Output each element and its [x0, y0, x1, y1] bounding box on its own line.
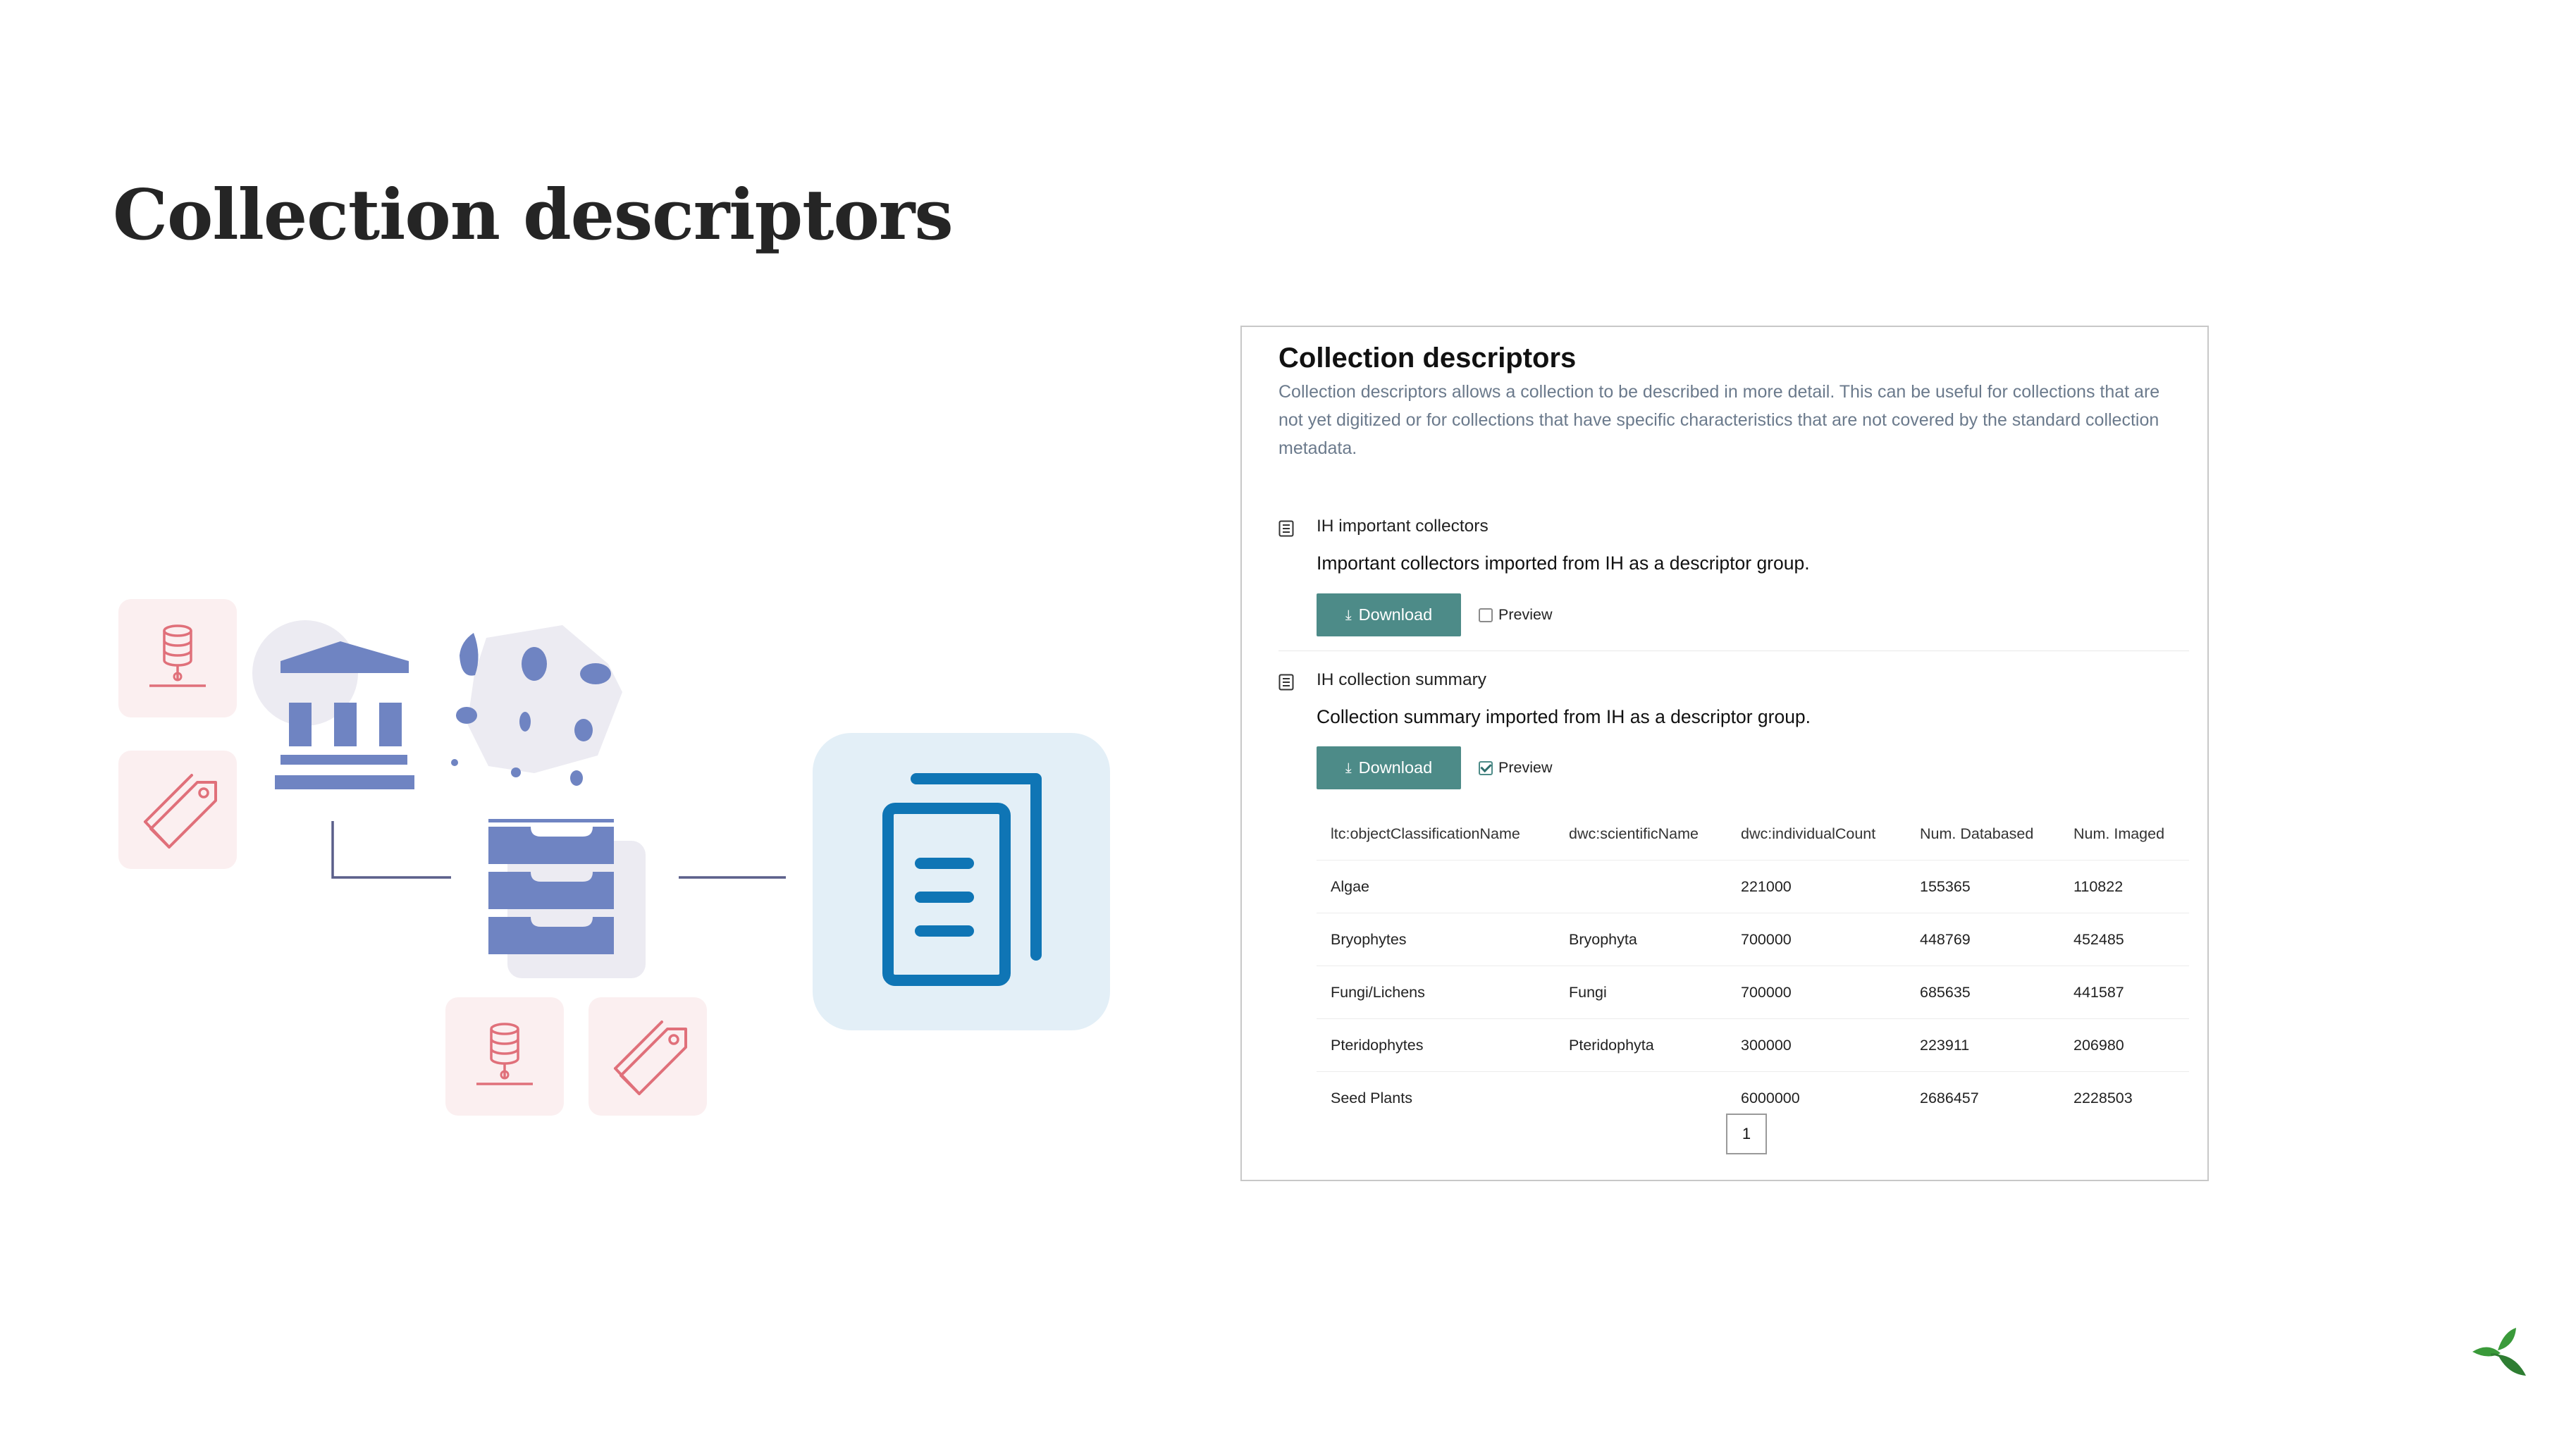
preview-checkbox[interactable]: Preview	[1479, 606, 1552, 624]
table-cell: 206980	[2073, 1036, 2124, 1054]
museum-building-icon	[252, 620, 414, 789]
table-cell: Pteridophyta	[1569, 1036, 1654, 1054]
collection-summary-table: ltc:objectClassificationName dwc:scienti…	[1317, 808, 2189, 1124]
column-header[interactable]: dwc:individualCount	[1741, 808, 1875, 860]
preview-checkbox[interactable]: Preview	[1479, 759, 1552, 777]
table-list-icon	[1278, 520, 1294, 537]
table-row: Fungi/Lichens Fungi 700000 685635 441587	[1317, 966, 2189, 1019]
table-cell: 448769	[1920, 930, 1971, 948]
table-cell: Fungi	[1569, 983, 1607, 1001]
panel-description: Collection descriptors allows a collecti…	[1278, 382, 2160, 458]
table-header-row: ltc:objectClassificationName dwc:scienti…	[1317, 808, 2189, 861]
preview-checkbox-label: Preview	[1498, 606, 1553, 623]
collection-descriptors-panel: Collection descriptors Collection descri…	[1240, 326, 2209, 1181]
table-row: Bryophytes Bryophyta 700000 448769 45248…	[1317, 913, 2189, 966]
column-header[interactable]: Num. Databased	[1920, 808, 2033, 860]
drawer-cabinet-icon	[488, 819, 646, 978]
table-cell: Seed Plants	[1331, 1089, 1412, 1106]
tag-icon	[118, 751, 237, 869]
table-cell: 452485	[2073, 930, 2124, 948]
table-cell: Bryophyta	[1569, 930, 1637, 948]
column-header[interactable]: ltc:objectClassificationName	[1331, 808, 1520, 860]
specimen-blob-icon	[451, 625, 622, 786]
column-header[interactable]: dwc:scientificName	[1569, 808, 1699, 860]
panel-title: Collection descriptors	[1278, 343, 1577, 374]
group-divider	[1278, 650, 2189, 651]
database-icon	[445, 997, 564, 1116]
column-header[interactable]: Num. Imaged	[2073, 808, 2164, 860]
descriptor-group-title: IH collection summary	[1317, 670, 1486, 689]
download-button-label: Download	[1358, 605, 1433, 624]
table-cell: Algae	[1331, 877, 1369, 895]
descriptor-group-description: Important collectors imported from IH as…	[1317, 553, 1810, 574]
download-button[interactable]: ⤓ Download	[1317, 593, 1461, 636]
table-cell: 300000	[1741, 1036, 1792, 1054]
table-cell: 441587	[2073, 983, 2124, 1001]
download-arrow-icon: ⤓	[1345, 760, 1352, 776]
database-icon	[118, 599, 237, 717]
pagination-page-button[interactable]: 1	[1726, 1114, 1767, 1154]
download-button-label: Download	[1358, 758, 1433, 777]
preview-checkbox-box[interactable]	[1479, 760, 1493, 775]
table-row: Algae 221000 155365 110822	[1317, 861, 2189, 913]
collection-illustration	[118, 599, 1110, 1116]
table-cell: 223911	[1920, 1036, 1970, 1054]
descriptor-group-description: Collection summary imported from IH as a…	[1317, 706, 1811, 727]
table-row: Pteridophytes Pteridophyta 300000 223911…	[1317, 1019, 2189, 1072]
table-cell: 700000	[1741, 983, 1792, 1001]
table-cell: Fungi/Lichens	[1331, 983, 1425, 1001]
preview-checkbox-label: Preview	[1498, 759, 1553, 776]
table-cell: 685635	[1920, 983, 1971, 1001]
table-cell: 221000	[1741, 877, 1792, 895]
table-cell: 700000	[1741, 930, 1792, 948]
table-cell: Pteridophytes	[1331, 1036, 1424, 1054]
table-cell: Bryophytes	[1331, 930, 1407, 948]
leaf-logo-icon	[2472, 1328, 2526, 1376]
table-cell: 110822	[2073, 877, 2124, 895]
table-cell: 2686457	[1920, 1089, 1979, 1106]
table-cell: 2228503	[2073, 1089, 2133, 1106]
download-button[interactable]: ⤓ Download	[1317, 746, 1461, 789]
preview-checkbox-box[interactable]	[1479, 608, 1493, 622]
document-copy-icon	[813, 733, 1110, 1030]
table-cell: 155365	[1920, 877, 1971, 895]
tag-icon	[588, 997, 707, 1116]
download-arrow-icon: ⤓	[1345, 607, 1352, 623]
descriptor-group-title: IH important collectors	[1317, 517, 1489, 536]
table-list-icon	[1278, 674, 1294, 691]
